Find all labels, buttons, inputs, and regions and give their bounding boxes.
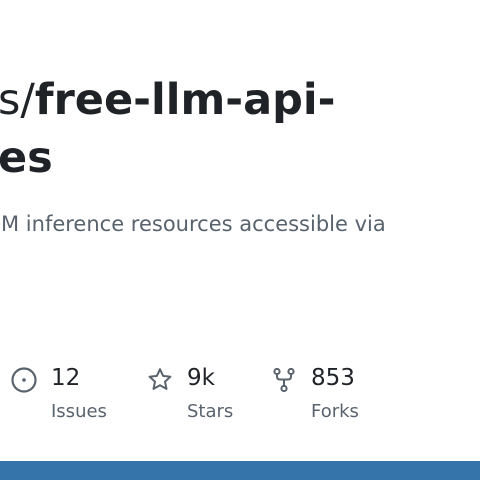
issues-count: 12 xyxy=(51,365,81,391)
repo-title-line-1: s/free-llm-api- xyxy=(0,79,336,122)
issue-opened-icon xyxy=(10,366,38,394)
repo-title-line-2: es xyxy=(0,133,53,183)
stars-count: 9k xyxy=(187,365,215,391)
repo-description: M inference resources accessible via xyxy=(1,212,386,236)
repo-forked-icon xyxy=(270,366,298,394)
star-icon xyxy=(146,366,174,394)
forks-stat: 853 Forks xyxy=(270,364,390,426)
stars-stat: 9k Stars xyxy=(146,364,266,426)
repo-name-fragment: free-llm-api- xyxy=(34,75,336,125)
repo-owner-fragment: s/ xyxy=(0,75,35,125)
stars-label: Stars xyxy=(187,401,234,422)
repo-social-card: s/free-llm-api- es M inference resources… xyxy=(0,0,480,480)
language-color-bar xyxy=(0,461,480,480)
issues-label: Issues xyxy=(51,401,107,422)
forks-label: Forks xyxy=(311,401,359,422)
forks-count: 853 xyxy=(311,365,355,391)
issues-stat: 12 Issues xyxy=(10,364,130,426)
